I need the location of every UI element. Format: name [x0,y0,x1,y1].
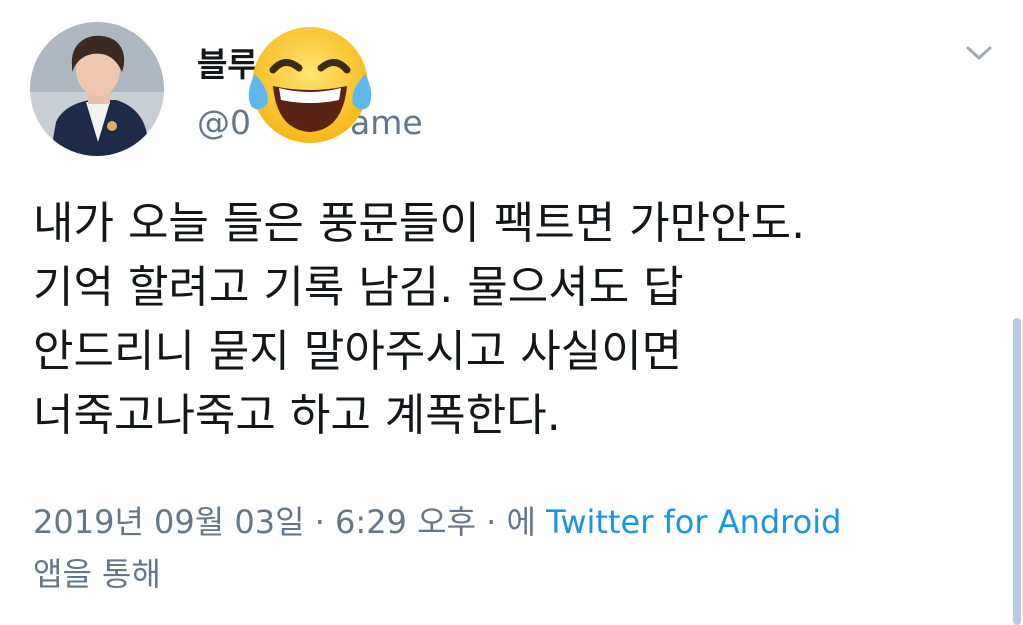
tweet-line: 내가 오늘 들은 풍문들이 팩트면 가만안도. [33,198,806,249]
tweet-line: 기억 할려고 기록 남김. 물으셔도 답 [33,262,684,313]
client-link[interactable]: Twitter for Android [546,503,841,541]
chevron-down-icon[interactable] [962,40,996,66]
tears-of-joy-emoji-icon [248,27,372,143]
scrollbar[interactable] [1013,318,1021,625]
profile-photo [30,22,164,156]
tweet-text: 내가 오늘 들은 풍문들이 팩트면 가만안도. 기억 할려고 기록 남김. 물으… [33,192,993,448]
tweet-line: 안드리니 묻지 말아주시고 사실이면 [33,326,683,377]
tweet-timestamp[interactable]: 2019년 09월 03일 · 6:29 오후 · 에 [33,503,536,541]
tweet-meta: 2019년 09월 03일 · 6:29 오후 · 에 Twitter for … [33,496,993,600]
avatar[interactable] [30,22,164,156]
tweet-line: 너죽고나죽고 하고 계폭한다. [33,390,561,441]
client-suffix: 앱을 통해 [33,555,161,593]
